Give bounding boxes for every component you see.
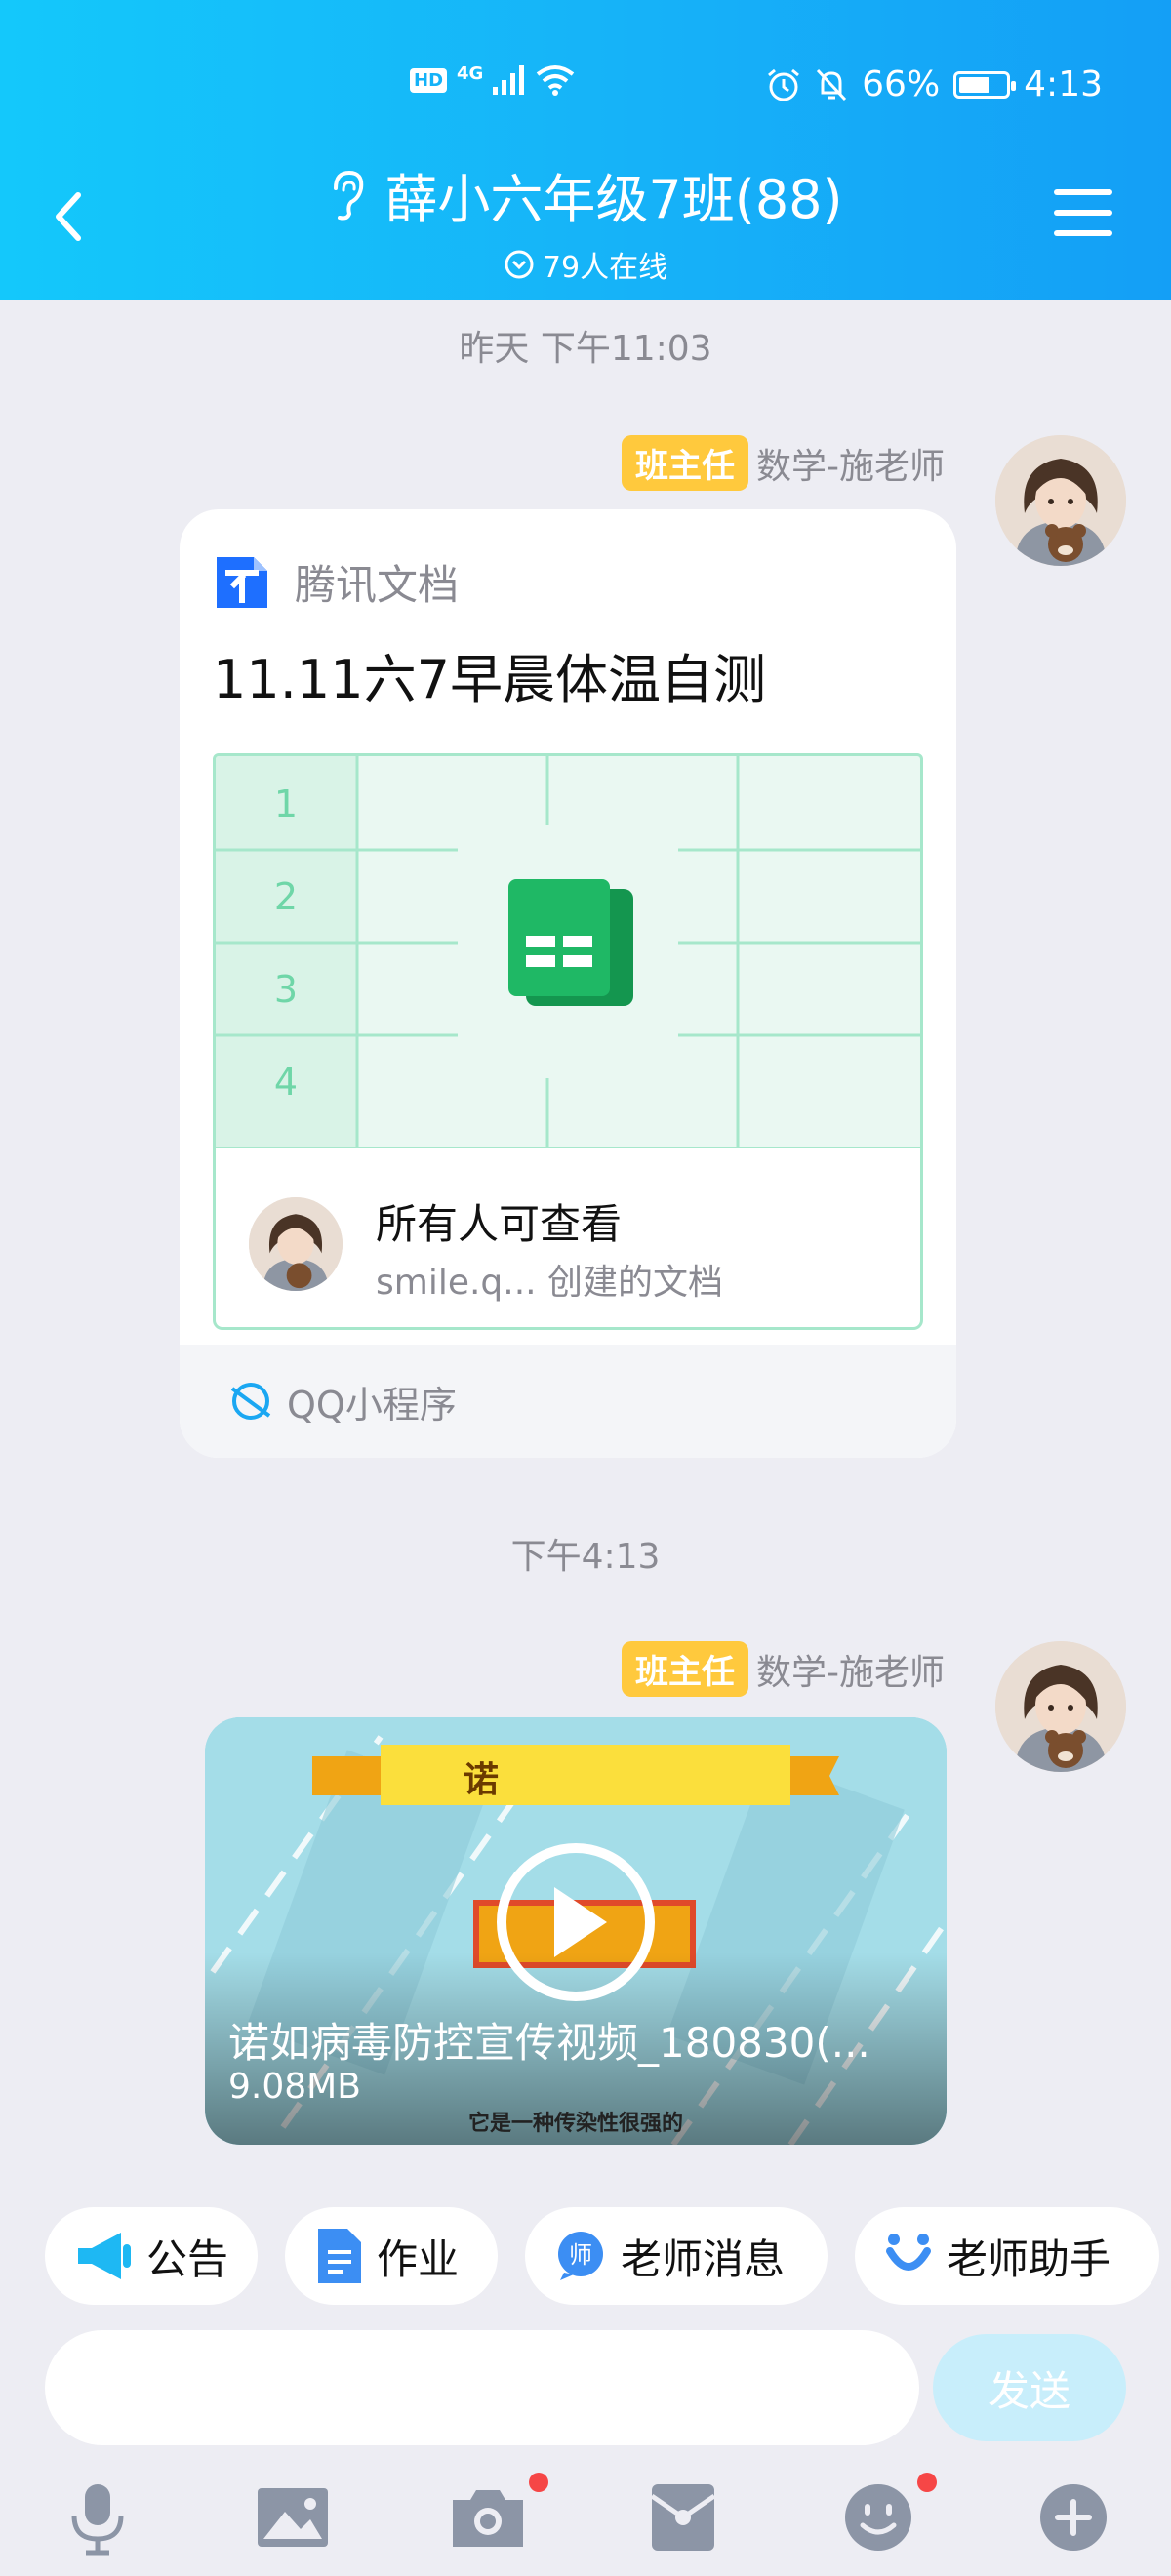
microphone-icon[interactable]	[59, 2478, 137, 2556]
document-icon	[318, 2229, 361, 2283]
sender-name: 数学-施老师	[756, 446, 945, 487]
homework-label: 作业	[377, 2234, 460, 2283]
signal-icon	[493, 65, 525, 95]
battery-percent: 66%	[862, 64, 941, 104]
role-badge: 班主任	[622, 1641, 748, 1697]
timestamp: 下午4:13	[510, 1537, 661, 1577]
alarm-icon	[768, 68, 800, 101]
online-text: 79人在线	[542, 251, 668, 285]
network-type: 4G	[457, 62, 484, 84]
clock: 4:13	[1024, 64, 1103, 104]
teacher-chat-icon: 师	[558, 2232, 603, 2280]
mini-program-icon	[230, 1383, 271, 1420]
doc-title: 11.11六7早晨体温自测	[213, 649, 766, 710]
battery-fill	[959, 76, 989, 93]
shared-doc-card[interactable]: 腾讯文档 11.11六7早晨体温自测 1 2 3 4 所有人可查看 smile.…	[180, 509, 956, 1458]
row-number: 3	[274, 968, 298, 1011]
sender-line: 班主任 数学-施老师	[622, 1641, 945, 1697]
avatar[interactable]	[995, 435, 1126, 566]
doc-permission: 所有人可查看	[376, 1200, 623, 1248]
system-indicators: 66% 4:13	[766, 64, 1103, 104]
image-icon[interactable]	[254, 2478, 332, 2556]
creator-avatar	[249, 1197, 343, 1291]
assistant-icon	[886, 2234, 931, 2271]
mute-bell-icon	[817, 68, 847, 101]
megaphone-icon	[78, 2233, 131, 2279]
video-subtitle: 它是一种传染性很强的	[467, 2112, 683, 2136]
emoji-icon[interactable]	[839, 2478, 917, 2556]
teacher-messages-label: 老师消息	[621, 2234, 786, 2283]
avatar[interactable]	[995, 1641, 1126, 1772]
status-bar: HD 4G 66% 4:13	[0, 60, 1171, 115]
sender-line: 班主任 数学-施老师	[622, 435, 945, 491]
svg-text:师: 师	[569, 2241, 592, 2269]
role-badge: 班主任	[622, 435, 748, 491]
online-count[interactable]: 79人在线	[504, 243, 667, 286]
plus-icon[interactable]	[1034, 2478, 1112, 2556]
emoji-notification-dot	[917, 2473, 937, 2492]
camera-icon[interactable]	[449, 2478, 527, 2556]
teacher-messages-button[interactable]: 师 老师消息	[525, 2207, 828, 2305]
ear-icon	[334, 170, 364, 220]
battery-icon	[953, 70, 1017, 99]
sender-name: 数学-施老师	[756, 1652, 945, 1693]
red-packet-icon[interactable]	[644, 2478, 722, 2556]
mini-program-footer: QQ小程序	[180, 1345, 956, 1458]
hd-badge: HD	[410, 67, 448, 93]
chevron-down-circle-icon	[505, 250, 534, 279]
title-block: 薛小六年级7班(88) 79人在线	[0, 156, 1171, 286]
doc-creator: smile.q... 创建的文档	[376, 1263, 724, 1303]
row-number: 4	[274, 1061, 298, 1104]
chat-header: HD 4G 66% 4:13 薛小六年级7班(88) 79人在线	[0, 0, 1171, 300]
announcement-label: 公告	[146, 2234, 229, 2283]
announcement-button[interactable]: 公告	[45, 2207, 258, 2305]
sheet-preview: 1 2 3 4	[213, 753, 923, 1149]
doc-app-name: 腾讯文档	[295, 561, 460, 609]
video-size: 9.08MB	[228, 2067, 361, 2107]
wifi-icon	[537, 65, 575, 96]
send-button[interactable]: 发送	[933, 2334, 1126, 2441]
timestamp: 昨天 下午11:03	[459, 329, 712, 369]
teacher-assistant-label: 老师助手	[947, 2234, 1111, 2283]
doc-app-label: 腾讯文档	[213, 552, 459, 612]
doc-info: 所有人可查看 smile.q... 创建的文档	[213, 1148, 923, 1330]
video-message[interactable]: 诺 诺如病毒防控宣传视频_180830(... 9.08MB 它是一种传染性很强…	[205, 1717, 947, 2145]
spreadsheet-icon	[508, 879, 633, 1006]
message-input[interactable]	[45, 2330, 919, 2445]
row-number: 1	[274, 783, 298, 825]
menu-icon[interactable]	[1054, 185, 1112, 240]
chat-title[interactable]: 薛小六年级7班(88)	[328, 156, 843, 233]
group-name: 薛小六年级7班(88)	[384, 169, 843, 230]
camera-notification-dot	[529, 2473, 548, 2492]
row-number: 2	[274, 875, 298, 918]
teacher-assistant-button[interactable]: 老师助手	[855, 2207, 1159, 2305]
mini-program-label: QQ小程序	[287, 1383, 457, 1427]
homework-button[interactable]: 作业	[285, 2207, 498, 2305]
tencent-docs-icon	[217, 556, 267, 608]
video-title: 诺如病毒防控宣传视频_180830(...	[228, 2019, 870, 2067]
network-indicators: HD 4G	[410, 62, 575, 96]
